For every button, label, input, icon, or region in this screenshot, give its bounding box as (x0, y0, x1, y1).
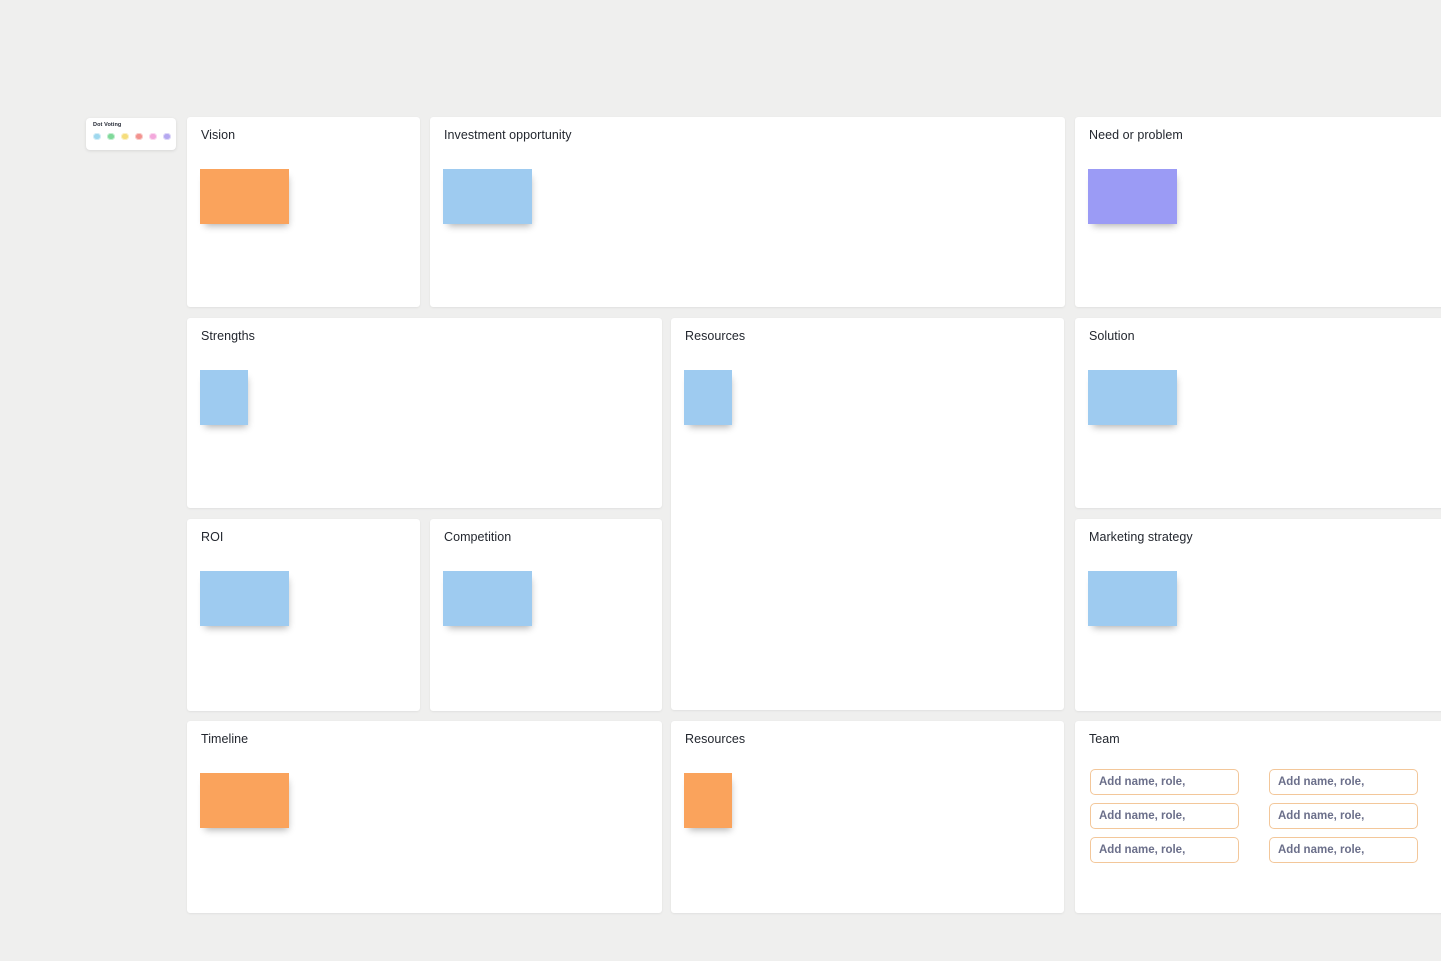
team-member-input-8[interactable] (1269, 837, 1418, 863)
team-member-input-1[interactable] (1090, 769, 1239, 795)
team-member-input-2[interactable] (1269, 769, 1418, 795)
card-vision[interactable]: Vision (187, 117, 420, 307)
whiteboard-canvas[interactable]: Dot Voting Vision Investment opportunity N… (0, 0, 1441, 961)
card-strengths[interactable]: Strengths (187, 318, 662, 508)
sticky-note-solution[interactable] (1088, 370, 1177, 425)
card-solution[interactable]: Solution (1075, 318, 1441, 508)
sticky-note-resources-top[interactable] (684, 370, 732, 425)
sticky-note-timeline[interactable] (200, 773, 289, 828)
dot-voting-title: Dot Voting (93, 122, 122, 128)
card-title-solution: Solution (1089, 329, 1135, 343)
dot-purple[interactable] (163, 132, 171, 140)
sticky-note-strengths[interactable] (200, 370, 248, 425)
card-marketing-strategy[interactable]: Marketing strategy (1075, 519, 1441, 711)
dot-pink[interactable] (149, 132, 157, 140)
dot-yellow[interactable] (121, 132, 129, 140)
dot-blue[interactable] (93, 132, 101, 140)
sticky-note-resources-bottom[interactable] (684, 773, 732, 828)
card-title-investment-opportunity: Investment opportunity (444, 128, 572, 142)
sticky-note-vision[interactable] (200, 169, 289, 224)
card-title-team: Team (1089, 732, 1120, 746)
team-member-input-7[interactable] (1090, 837, 1239, 863)
card-need-or-problem[interactable]: Need or problem (1075, 117, 1441, 307)
card-title-vision: Vision (201, 128, 236, 142)
sticky-note-roi[interactable] (200, 571, 289, 626)
sticky-note-marketing-strategy[interactable] (1088, 571, 1177, 626)
dot-green[interactable] (107, 132, 115, 140)
card-roi[interactable]: ROI (187, 519, 420, 711)
card-investment-opportunity[interactable]: Investment opportunity (430, 117, 1065, 307)
card-team[interactable]: Team (1075, 721, 1441, 913)
card-title-timeline: Timeline (201, 732, 249, 746)
card-resources-bottom[interactable]: Resources (671, 721, 1064, 913)
card-timeline[interactable]: Timeline (187, 721, 662, 913)
card-resources-top[interactable]: Resources (671, 318, 1064, 710)
sticky-note-need-or-problem[interactable] (1088, 169, 1177, 224)
dot-red[interactable] (135, 132, 143, 140)
sticky-note-competition[interactable] (443, 571, 532, 626)
dot-voting-palette (93, 132, 171, 140)
team-member-grid (1090, 769, 1441, 863)
sticky-note-investment-opportunity[interactable] (443, 169, 532, 224)
card-title-competition: Competition (444, 530, 512, 544)
card-title-roi: ROI (201, 530, 224, 544)
card-title-marketing-strategy: Marketing strategy (1089, 530, 1193, 544)
card-title-need-or-problem: Need or problem (1089, 128, 1183, 142)
team-member-input-4[interactable] (1090, 803, 1239, 829)
card-competition[interactable]: Competition (430, 519, 662, 711)
card-title-resources-top: Resources (685, 329, 746, 343)
card-title-strengths: Strengths (201, 329, 255, 343)
team-member-input-5[interactable] (1269, 803, 1418, 829)
card-title-resources-bottom: Resources (685, 732, 746, 746)
dot-voting-widget[interactable]: Dot Voting (86, 118, 176, 150)
